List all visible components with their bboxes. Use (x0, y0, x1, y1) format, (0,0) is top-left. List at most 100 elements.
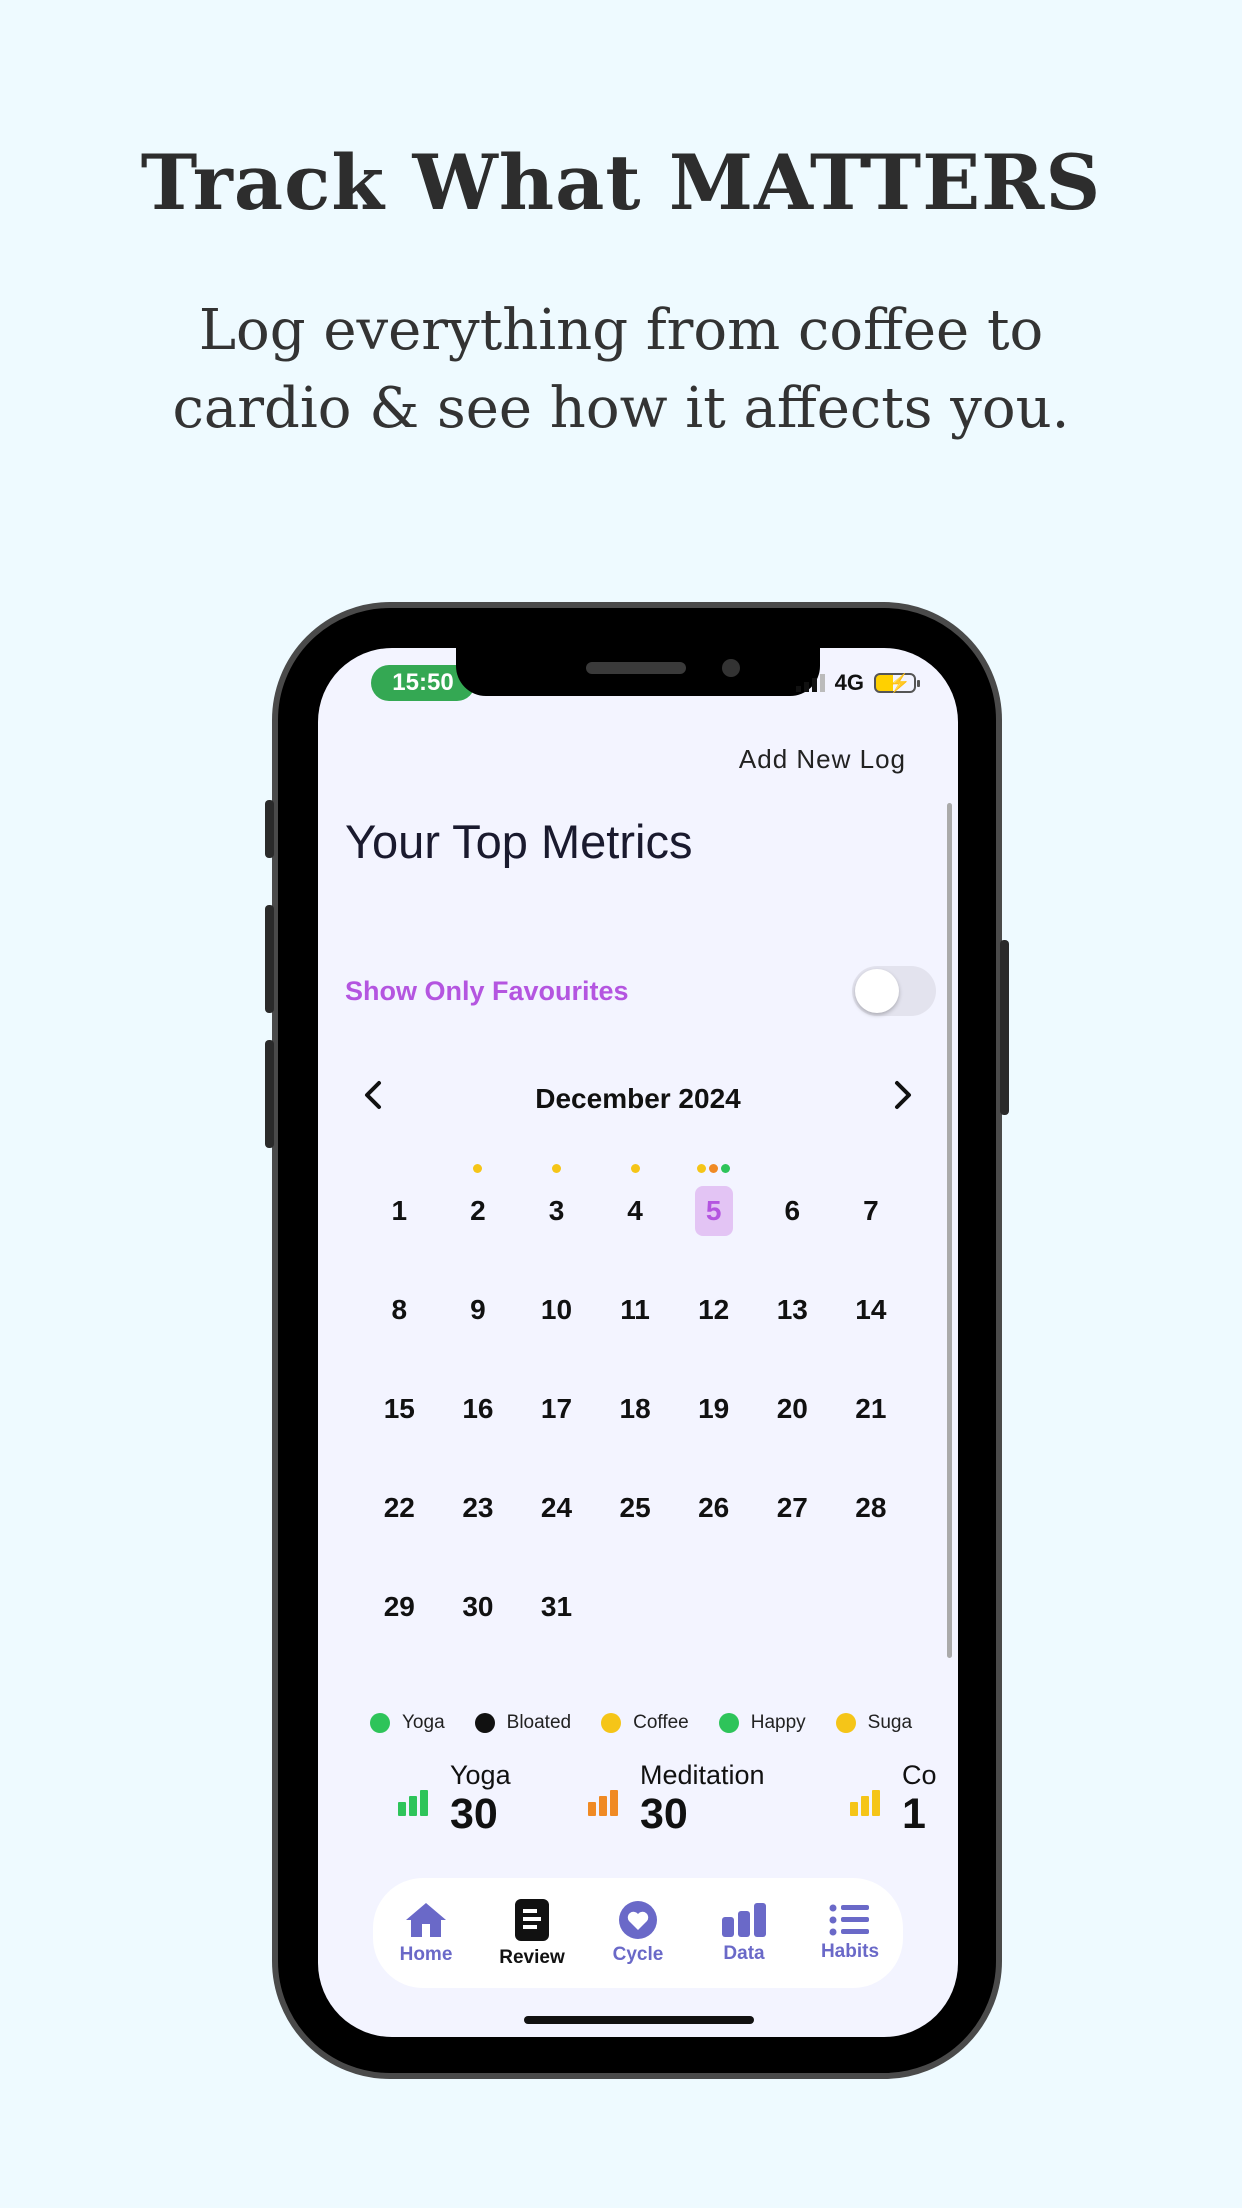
calendar-day[interactable]: 21 (832, 1346, 911, 1445)
calendar-day-number: 4 (627, 1195, 643, 1226)
legend-item: Coffee (601, 1706, 689, 1740)
calendar-day[interactable]: 19 (674, 1346, 753, 1445)
calendar-day[interactable]: 27 (753, 1445, 832, 1544)
tab-bar: Home Review Cycle Data Habits (373, 1878, 903, 1988)
bar-chart-icon (588, 1790, 618, 1816)
calendar-day[interactable]: 16 (439, 1346, 518, 1445)
legend-dot (835, 1713, 856, 1733)
calendar-day[interactable]: 2 (439, 1148, 518, 1247)
bar-chart-icon (722, 1903, 766, 1937)
calendar-day-number: 11 (620, 1294, 650, 1325)
calendar-day[interactable]: 28 (832, 1445, 911, 1544)
hero-subtitle: Log everything from coffee to cardio & s… (100, 292, 1142, 448)
battery-icon: ⚡ (874, 673, 920, 693)
add-new-log-button[interactable]: Add New Log (739, 744, 906, 775)
month-label: December 2024 (535, 1083, 741, 1114)
calendar-day[interactable]: 26 (674, 1445, 753, 1544)
calendar-day[interactable]: 11 (596, 1247, 675, 1346)
calendar-day-number: 30 (462, 1591, 494, 1622)
calendar-day-number: 6 (784, 1195, 801, 1226)
metric-value: 30 (450, 1790, 498, 1838)
calendar-day[interactable]: 1 (360, 1148, 439, 1247)
calendar-day[interactable]: 9 (439, 1247, 518, 1346)
calendar-day[interactable]: 13 (753, 1247, 832, 1346)
favourites-toggle[interactable] (852, 966, 936, 1016)
calendar-day[interactable]: 23 (439, 1445, 518, 1544)
calendar-day[interactable]: 20 (753, 1346, 832, 1445)
legend-item: Yoga (370, 1706, 445, 1740)
phone-volume-up (265, 905, 274, 1013)
calendar-day[interactable]: 3 (517, 1148, 596, 1247)
chevron-left-icon[interactable] (348, 1074, 398, 1124)
home-indicator[interactable] (524, 2016, 754, 2024)
tab-data-label: Data (723, 1943, 765, 1964)
metrics-strip[interactable]: Yoga 30 Meditation 30 Co 1 (398, 1760, 958, 1840)
legend-label: Coffee (633, 1712, 689, 1733)
calendar-day-number: 16 (462, 1393, 494, 1424)
calendar-day[interactable]: 12 (674, 1247, 753, 1346)
calendar-day-number: 7 (863, 1195, 879, 1226)
tab-habits[interactable]: Habits (802, 1903, 898, 1963)
legend-item: Bloated (474, 1706, 572, 1740)
calendar-day[interactable]: 17 (517, 1346, 596, 1445)
calendar-day-number: 31 (540, 1591, 573, 1622)
legend-label: Suga (867, 1712, 913, 1733)
list-icon (829, 1904, 869, 1936)
legend-label: Bloated (506, 1712, 572, 1733)
calendar-day[interactable]: 29 (360, 1544, 439, 1643)
page-title: Your Top Metrics (345, 815, 693, 868)
calendar-day[interactable]: 31 (517, 1544, 596, 1643)
calendar-day[interactable]: 18 (596, 1346, 675, 1445)
chevron-right-icon[interactable] (878, 1074, 928, 1124)
favourites-label: Show Only Favourites (345, 976, 629, 1006)
calendar-day[interactable]: 4 (596, 1148, 675, 1247)
calendar-day-number: 21 (855, 1393, 887, 1424)
status-indicators: 4G ⚡ (795, 670, 920, 696)
scrollbar[interactable] (947, 803, 952, 1658)
heart-icon (619, 1901, 657, 1939)
calendar-day-number: 10 (540, 1294, 573, 1325)
phone-power-button (1000, 940, 1009, 1115)
calendar-day-number: 25 (619, 1492, 651, 1523)
legend-item: Happy (718, 1706, 806, 1740)
metric-name: Co (902, 1760, 937, 1790)
calendar-day-number: 9 (470, 1294, 486, 1325)
toggle-knob (855, 969, 899, 1013)
hero-subtitle-line2: cardio & see how it affects you. (172, 376, 1070, 441)
day-log-dots (517, 1164, 596, 1174)
calendar-day[interactable]: 24 (517, 1445, 596, 1544)
legend: Yoga Bloated Coffee Happy Suga (370, 1706, 930, 1740)
calendar-day[interactable]: 6 (753, 1148, 832, 1247)
calendar-day[interactable]: 30 (439, 1544, 518, 1643)
tab-data[interactable]: Data (696, 1901, 792, 1965)
calendar-day-number: 13 (776, 1294, 808, 1325)
calendar-day-number: 26 (698, 1492, 730, 1523)
bar-chart-icon (398, 1790, 428, 1816)
legend-item: Suga (835, 1706, 913, 1740)
calendar-day[interactable]: 7 (832, 1148, 911, 1247)
calendar-day[interactable]: 5 (674, 1148, 753, 1247)
tab-cycle[interactable]: Cycle (590, 1900, 686, 1966)
legend-label: Happy (750, 1712, 806, 1733)
bar-chart-icon (850, 1790, 880, 1816)
calendar-day[interactable]: 10 (517, 1247, 596, 1346)
calendar-day-number: 20 (776, 1393, 808, 1424)
calendar-day[interactable]: 8 (360, 1247, 439, 1346)
tab-review-label: Review (499, 1947, 565, 1968)
calendar-day-number: 2 (470, 1195, 486, 1226)
calendar-day-number: 8 (391, 1294, 408, 1325)
home-icon (406, 1903, 446, 1937)
calendar-day[interactable]: 22 (360, 1445, 439, 1544)
calendar-day[interactable]: 15 (360, 1346, 439, 1445)
calendar-day-number: 27 (776, 1492, 808, 1523)
tab-home[interactable]: Home (378, 1900, 474, 1966)
metric-name: Meditation (640, 1760, 765, 1790)
calendar-day[interactable]: 25 (596, 1445, 675, 1544)
tab-review[interactable]: Review (484, 1897, 580, 1969)
calendar-day-number: 19 (698, 1393, 730, 1424)
metric-name: Yoga (450, 1760, 511, 1790)
tab-habits-label: Habits (820, 1941, 880, 1962)
calendar-day[interactable]: 14 (832, 1247, 911, 1346)
day-log-dots (439, 1164, 518, 1174)
calendar-day-number: 15 (383, 1393, 415, 1424)
